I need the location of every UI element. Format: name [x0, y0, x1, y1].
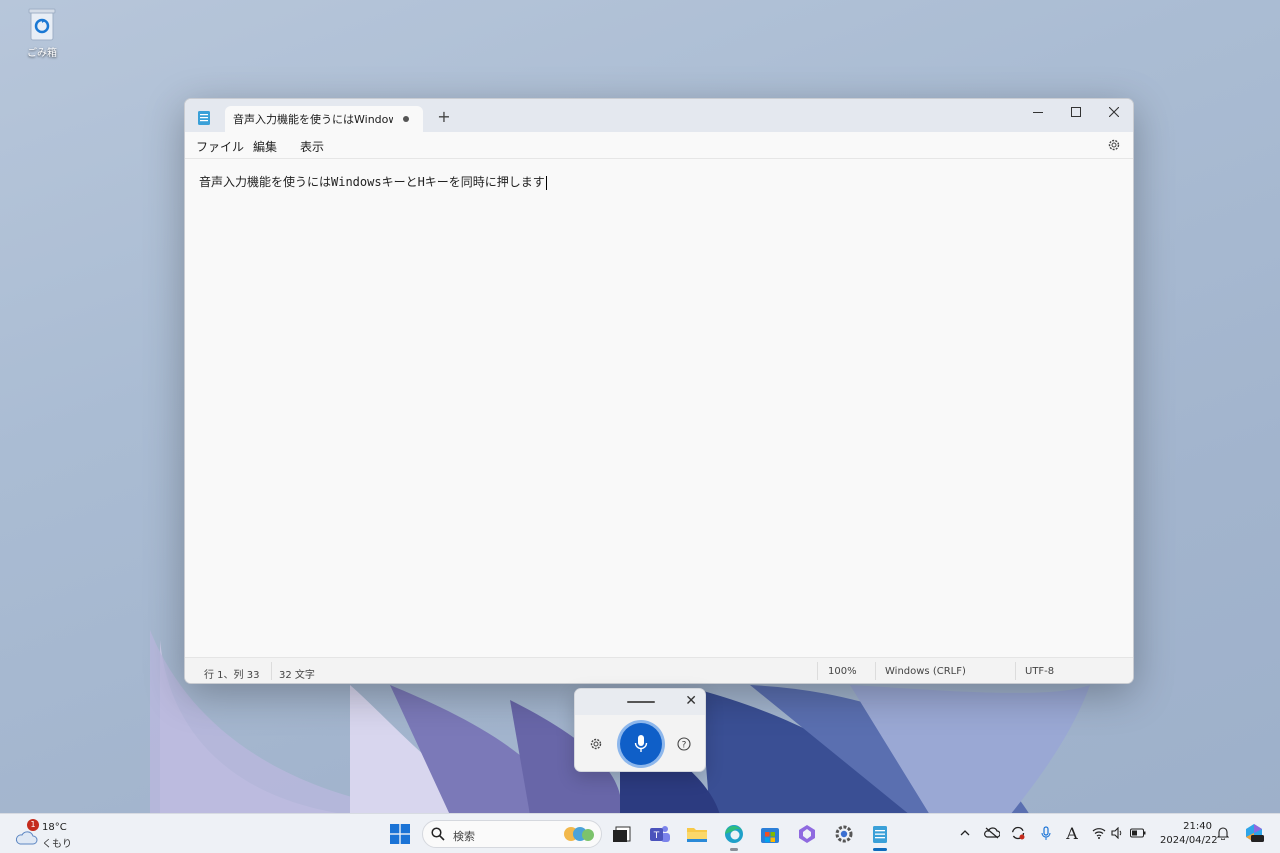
voice-typing-panel: ✕ ? [574, 688, 706, 772]
weather-widget[interactable]: 1 18°C くもり [14, 819, 74, 850]
zoom-level: 100% [828, 666, 857, 677]
gear-icon[interactable] [589, 737, 603, 751]
close-icon [1109, 107, 1119, 117]
search-highlight-icon [564, 827, 594, 841]
copilot-icon [799, 825, 815, 843]
store-icon [761, 828, 779, 843]
editor-text: 音声入力機能を使うにはWindowsキーとHキーを同時に押します [199, 175, 545, 189]
clock-time: 21:40 [1183, 821, 1212, 832]
teams-app[interactable]: T [648, 822, 672, 846]
menu-bar: ファイル 編集 表示 [185, 132, 1133, 159]
file-explorer-app[interactable] [685, 822, 709, 846]
taskbar-search[interactable]: 検索 [422, 820, 602, 848]
text-caret [545, 175, 547, 190]
close-icon[interactable]: ✕ [685, 693, 697, 709]
tab-document[interactable]: 音声入力機能を使うにはWindowsキーと [225, 106, 423, 132]
notepad-window: 音声入力機能を使うにはWindowsキーと + ファイル 編集 表示 音声入力機… [184, 98, 1134, 684]
microphone-button[interactable] [620, 723, 662, 765]
text-editor[interactable]: 音声入力機能を使うにはWindowsキーとHキーを同時に押します [185, 159, 1133, 657]
notepad-app-icon [197, 110, 211, 126]
help-icon[interactable]: ? [677, 737, 691, 751]
show-hidden-icons-chevron-up-icon[interactable] [957, 825, 973, 841]
edge-running-indicator [730, 848, 738, 851]
cursor-position: 行 1、列 33 [204, 670, 260, 681]
settings-gear-icon [835, 825, 853, 843]
recycle-bin-label: ごみ箱 [27, 48, 57, 59]
notifications-bell-icon[interactable] [1215, 825, 1231, 841]
recycle-bin-icon [27, 6, 57, 42]
folder-icon [687, 828, 707, 842]
drag-handle-icon[interactable] [627, 701, 655, 703]
svg-text:?: ? [682, 741, 687, 751]
menu-view[interactable]: 表示 [300, 138, 324, 155]
encoding: UTF-8 [1025, 666, 1055, 677]
onedrive-icon[interactable] [984, 825, 1000, 841]
windows-logo-icon [390, 824, 410, 844]
volume-icon[interactable] [1110, 825, 1126, 841]
tab-title: 音声入力機能を使うにはWindowsキーと [233, 113, 393, 126]
taskbar: 1 18°C くもり 検索 T A 21:40 2024/04/22 [0, 813, 1280, 853]
status-bar: 行 1、列 33 32 文字 100% Windows (CRLF) UTF-8 [185, 657, 1133, 683]
minimize-icon [1033, 112, 1043, 113]
wifi-icon[interactable] [1091, 825, 1107, 841]
maximize-button[interactable] [1057, 99, 1095, 125]
terminal-icon [613, 826, 631, 842]
microphone-tray-icon[interactable] [1038, 825, 1054, 841]
settings-gear-icon[interactable] [1107, 138, 1121, 152]
svg-text:T: T [653, 831, 660, 841]
edge-app[interactable] [722, 822, 746, 846]
unsaved-dot-icon[interactable] [403, 116, 409, 122]
search-placeholder: 検索 [453, 830, 475, 843]
minimize-button[interactable] [1019, 99, 1057, 125]
microphone-icon [634, 735, 648, 752]
notepad-app[interactable] [868, 822, 892, 846]
teams-icon: T [650, 826, 670, 842]
new-tab-button[interactable]: + [435, 108, 453, 126]
notepad-icon [873, 826, 887, 843]
menu-edit[interactable]: 編集 [253, 138, 277, 155]
battery-icon[interactable] [1130, 825, 1146, 841]
title-bar[interactable]: 音声入力機能を使うにはWindowsキーと + [185, 99, 1133, 132]
terminal-app[interactable] [610, 822, 634, 846]
copilot-preview-icon[interactable] [1244, 823, 1264, 843]
store-app[interactable] [758, 822, 782, 846]
editor-content: 音声入力機能を使うにはWindowsキーとHキーを同時に押します [199, 173, 547, 190]
start-button[interactable] [388, 822, 412, 846]
search-icon [431, 827, 445, 841]
sync-icon[interactable] [1010, 825, 1026, 841]
notepad-active-indicator [873, 848, 887, 851]
maximize-icon [1071, 107, 1081, 117]
weather-temperature: 18°C [42, 822, 67, 833]
menu-file[interactable]: ファイル [196, 138, 244, 155]
clock-date: 2024/04/22 [1160, 835, 1218, 846]
clock[interactable]: 21:40 2024/04/22 [1160, 820, 1218, 848]
recycle-bin-shortcut[interactable]: ごみ箱 [20, 6, 64, 59]
settings-app[interactable] [832, 822, 856, 846]
weather-condition: くもり [42, 839, 72, 850]
line-ending: Windows (CRLF) [885, 666, 966, 677]
notification-badge: 1 [27, 819, 39, 831]
edge-browser-icon [725, 825, 743, 843]
copilot-app[interactable] [795, 822, 819, 846]
character-count: 32 文字 [279, 670, 315, 681]
close-button[interactable] [1095, 99, 1133, 125]
ime-indicator[interactable]: A [1064, 824, 1080, 843]
